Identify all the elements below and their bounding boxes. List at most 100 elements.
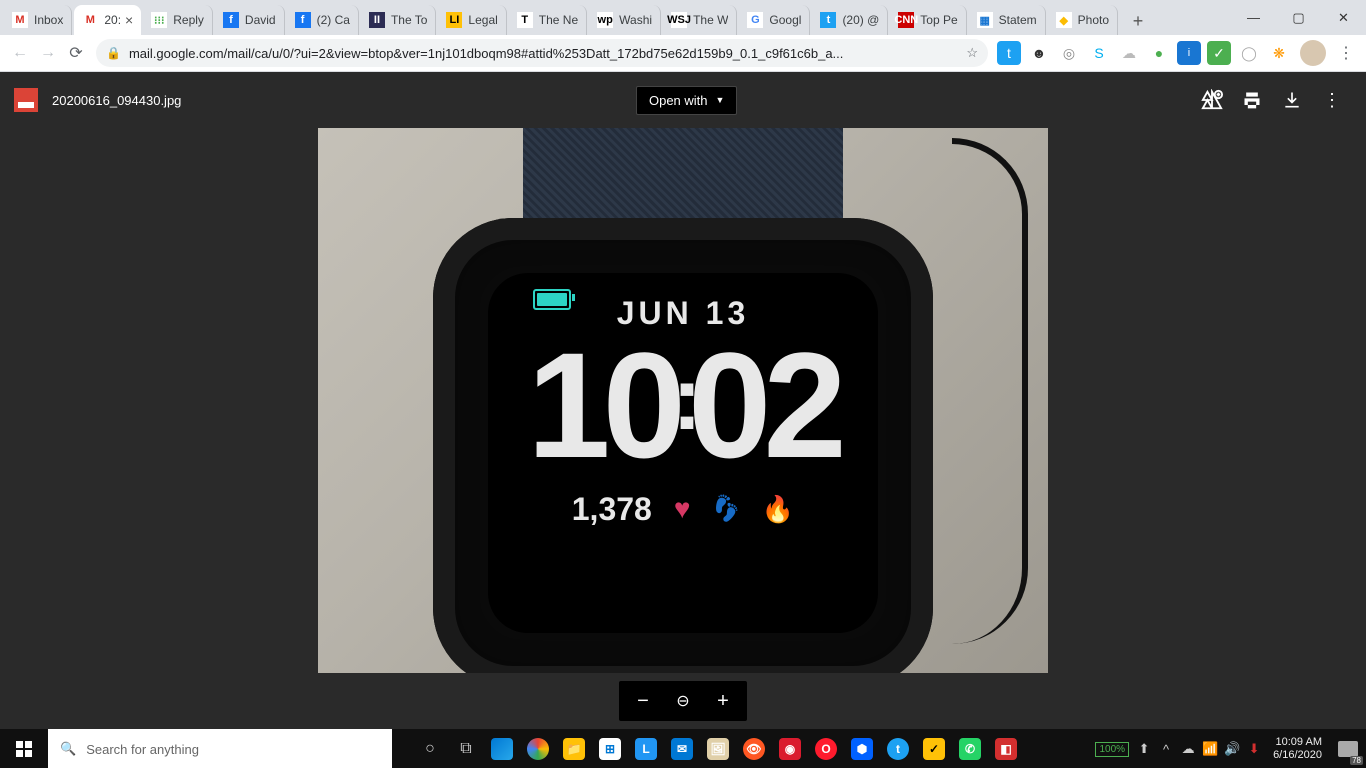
browser-tab[interactable]: TThe Ne — [509, 5, 587, 35]
taskbar-app[interactable]: ◧ — [988, 729, 1024, 768]
tab-label: The W — [693, 13, 728, 27]
charging-cable — [952, 138, 1028, 644]
extension-icon[interactable]: i — [1177, 41, 1201, 65]
maximize-button[interactable]: ▢ — [1276, 0, 1321, 35]
tab-favicon: II — [369, 12, 385, 28]
tab-favicon: wp — [597, 12, 613, 28]
taskbar-app[interactable]: ✆ — [952, 729, 988, 768]
task-view-icon[interactable]: ⧉ — [448, 729, 484, 768]
start-button[interactable] — [0, 729, 48, 768]
extension-icon[interactable]: S — [1087, 41, 1111, 65]
browser-tab[interactable]: ◆Photo — [1048, 5, 1118, 35]
extension-icon[interactable]: ☻ — [1027, 41, 1051, 65]
extension-icon[interactable]: ● — [1147, 41, 1171, 65]
windows-taskbar: 🔍 Search for anything ○ ⧉ 📁 ⊞ L ✉ 🖼 👁 ◉ … — [0, 729, 1366, 768]
browser-tab[interactable]: M20:× — [74, 5, 141, 35]
extension-icon[interactable]: t — [997, 41, 1021, 65]
browser-tab[interactable]: WSJ The W — [663, 5, 737, 35]
browser-toolbar: ← → ⟳ 🔒 mail.google.com/mail/ca/u/0/?ui=… — [0, 35, 1366, 72]
minimize-button[interactable]: — — [1231, 0, 1276, 35]
address-bar[interactable]: 🔒 mail.google.com/mail/ca/u/0/?ui=2&view… — [96, 39, 988, 67]
taskbar-app[interactable] — [484, 729, 520, 768]
taskbar-app[interactable] — [520, 729, 556, 768]
taskbar-app[interactable]: O — [808, 729, 844, 768]
tab-favicon: CNN — [898, 12, 914, 28]
image-canvas[interactable]: JUN 13 10:02 1,378 ♥ 👣 🔥 — [0, 128, 1366, 729]
extension-icon[interactable]: ☁ — [1117, 41, 1141, 65]
browser-tab[interactable]: wpWashi — [589, 5, 661, 35]
tab-favicon: ◆ — [1056, 12, 1072, 28]
tab-favicon: ▦ — [977, 12, 993, 28]
nav-back-button[interactable]: ← — [6, 39, 34, 67]
browser-tab[interactable]: ⁝⁝⁝Reply — [143, 5, 213, 35]
extension-icon[interactable]: ◎ — [1057, 41, 1081, 65]
taskbar-app[interactable]: L — [628, 729, 664, 768]
browser-tab-strip: M InboxM 20: × ⁝⁝⁝ReplyfDavidf(2) CaIIThe To… — [0, 0, 1366, 35]
url-text: mail.google.com/mail/ca/u/0/?ui=2&view=b… — [129, 46, 958, 61]
filename-label: 20200616_094430.jpg — [52, 93, 181, 108]
browser-tab[interactable]: GGoogl — [739, 5, 810, 35]
tray-icon[interactable]: ⬇ — [1243, 741, 1265, 757]
taskbar-app[interactable]: 🖼 — [700, 729, 736, 768]
tab-favicon: T — [517, 12, 533, 28]
browser-tab[interactable]: IIThe To — [361, 5, 436, 35]
tab-favicon: ⁝⁝⁝ — [151, 12, 167, 28]
taskbar-app[interactable]: 👁 — [736, 729, 772, 768]
taskbar-app[interactable]: ✉ — [664, 729, 700, 768]
browser-tab[interactable]: LILegal — [438, 5, 506, 35]
dropdown-triangle-icon: ▼ — [716, 95, 725, 105]
more-actions-button[interactable]: ⋮ — [1312, 80, 1352, 120]
extension-icon[interactable]: ❋ — [1267, 41, 1291, 65]
tab-favicon: M — [12, 12, 28, 28]
volume-icon[interactable]: 🔊 — [1221, 741, 1243, 757]
tray-up-arrow-icon[interactable]: ^ — [1155, 742, 1177, 757]
extension-icon[interactable]: ✓ — [1207, 41, 1231, 65]
browser-tab[interactable]: ▦Statem — [969, 5, 1046, 35]
add-to-drive-button[interactable] — [1192, 80, 1232, 120]
tab-favicon: WSJ — [671, 12, 687, 28]
profile-avatar[interactable] — [1300, 40, 1326, 66]
new-tab-button[interactable]: + — [1124, 7, 1152, 35]
tab-label: 20: — [104, 13, 121, 27]
tray-icon[interactable]: ⬆ — [1133, 741, 1155, 757]
browser-tab[interactable]: CNNTop Pe — [890, 5, 966, 35]
taskbar-app[interactable]: 📁 — [556, 729, 592, 768]
wifi-icon[interactable]: 📶 — [1199, 741, 1221, 757]
battery-indicator[interactable]: 100% — [1095, 742, 1129, 757]
tray-icon[interactable]: ☁ — [1177, 741, 1199, 757]
chrome-menu-button[interactable]: ⋮ — [1332, 39, 1360, 67]
zoom-in-button[interactable]: + — [703, 681, 743, 721]
taskbar-app[interactable]: t — [880, 729, 916, 768]
action-center-button[interactable]: 78 — [1330, 729, 1366, 768]
tab-favicon: G — [747, 12, 763, 28]
battery-icon — [533, 289, 571, 310]
download-button[interactable] — [1272, 80, 1312, 120]
zoom-out-button[interactable]: − — [623, 681, 663, 721]
taskbar-app[interactable]: ⬢ — [844, 729, 880, 768]
print-button[interactable] — [1232, 80, 1272, 120]
taskbar-app[interactable]: ✓ — [916, 729, 952, 768]
window-close-button[interactable]: ✕ — [1321, 0, 1366, 35]
browser-tab[interactable]: t(20) @ — [812, 5, 888, 35]
taskbar-app[interactable]: ⊞ — [592, 729, 628, 768]
open-with-button[interactable]: Open with ▼ — [636, 86, 737, 115]
nav-forward-button[interactable]: → — [34, 39, 62, 67]
search-icon: 🔍 — [60, 741, 76, 757]
taskbar-clock[interactable]: 10:09 AM 6/16/2020 — [1265, 736, 1330, 762]
tab-close-icon[interactable]: × — [125, 13, 133, 27]
tab-label: (20) @ — [842, 13, 879, 27]
reload-button[interactable]: ⟳ — [62, 39, 90, 67]
bookmark-star-icon[interactable]: ☆ — [966, 45, 978, 61]
zoom-toolbar: − ⊖ + — [619, 681, 747, 721]
browser-tab[interactable]: f(2) Ca — [287, 5, 359, 35]
browser-tab[interactable]: M Inbox — [4, 5, 72, 35]
lock-icon: 🔒 — [106, 46, 121, 60]
taskbar-search[interactable]: 🔍 Search for anything — [48, 729, 392, 768]
extension-icon[interactable]: ◯ — [1237, 41, 1261, 65]
cortana-icon[interactable]: ○ — [412, 729, 448, 768]
tab-label: Inbox — [34, 13, 63, 27]
zoom-reset-button[interactable]: ⊖ — [663, 681, 703, 721]
taskbar-app[interactable]: ◉ — [772, 729, 808, 768]
viewer-toolbar: 20200616_094430.jpg Open with ▼ ⋮ — [0, 72, 1366, 128]
browser-tab[interactable]: fDavid — [215, 5, 285, 35]
